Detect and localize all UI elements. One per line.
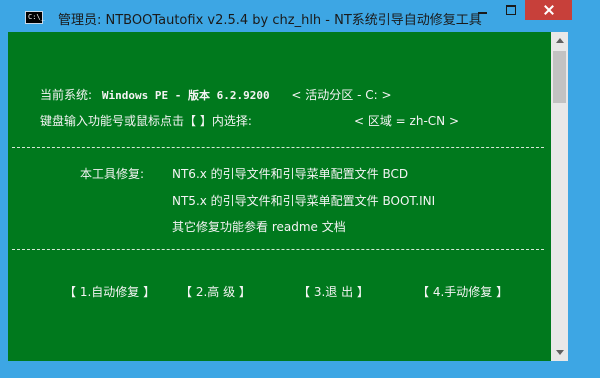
fix-nt5-line: NT5.x 的引导文件和引导菜单配置文件 BOOT.INI bbox=[172, 194, 436, 208]
scrollbar-thumb[interactable] bbox=[553, 51, 566, 103]
current-system-value: Windows PE - 版本 6.2.9200 bbox=[101, 89, 270, 102]
active-partition: < 活动分区 - C: > bbox=[291, 88, 392, 102]
current-system-line: 当前系统: Windows PE - 版本 6.2.9200 < 活动分区 - … bbox=[40, 86, 392, 103]
current-system-label: 当前系统: bbox=[40, 88, 93, 102]
region-indicator: < 区域 = zh-CN > bbox=[354, 114, 460, 128]
console-area: 当前系统: Windows PE - 版本 6.2.9200 < 活动分区 - … bbox=[8, 32, 551, 361]
scroll-down-arrow-icon[interactable] bbox=[551, 344, 568, 361]
maximize-button[interactable] bbox=[497, 0, 524, 20]
manual-repair-button[interactable]: 【 4.手动修复 】 bbox=[417, 283, 508, 300]
separator-top bbox=[12, 147, 544, 148]
scroll-up-arrow-icon[interactable] bbox=[551, 32, 568, 49]
cmd-icon-text: C:\_ bbox=[28, 13, 45, 21]
console-window: C:\_ 管理员: NTBOOTautofix v2.5.4 by chz_hl… bbox=[0, 0, 600, 378]
window-title: 管理员: NTBOOTautofix v2.5.4 by chz_hlh - N… bbox=[58, 13, 482, 28]
title-bar[interactable]: C:\_ 管理员: NTBOOTautofix v2.5.4 by chz_hl… bbox=[0, 0, 600, 32]
minimize-button[interactable] bbox=[469, 0, 496, 20]
prompt-line: 键盘输入功能号或鼠标点击【 】内选择: bbox=[40, 112, 252, 129]
close-button[interactable] bbox=[525, 0, 572, 20]
vertical-scrollbar[interactable] bbox=[551, 32, 568, 361]
selection-prompt: 键盘输入功能号或鼠标点击【 】内选择: bbox=[40, 114, 252, 128]
fix-label: 本工具修复: bbox=[80, 167, 145, 181]
auto-repair-button[interactable]: 【 1.自动修复 】 bbox=[64, 283, 155, 300]
separator-bottom bbox=[12, 249, 544, 250]
other-fixes-line: 其它修复功能参看 readme 文档 bbox=[172, 220, 346, 234]
region-line: < 区域 = zh-CN > bbox=[354, 112, 459, 129]
exit-button[interactable]: 【 3.退 出 】 bbox=[298, 283, 369, 300]
fix-nt6-line: NT6.x 的引导文件和引导菜单配置文件 BCD bbox=[172, 167, 409, 181]
advanced-button[interactable]: 【 2.高 级 】 bbox=[180, 283, 251, 300]
cmd-icon[interactable]: C:\_ bbox=[25, 11, 45, 24]
